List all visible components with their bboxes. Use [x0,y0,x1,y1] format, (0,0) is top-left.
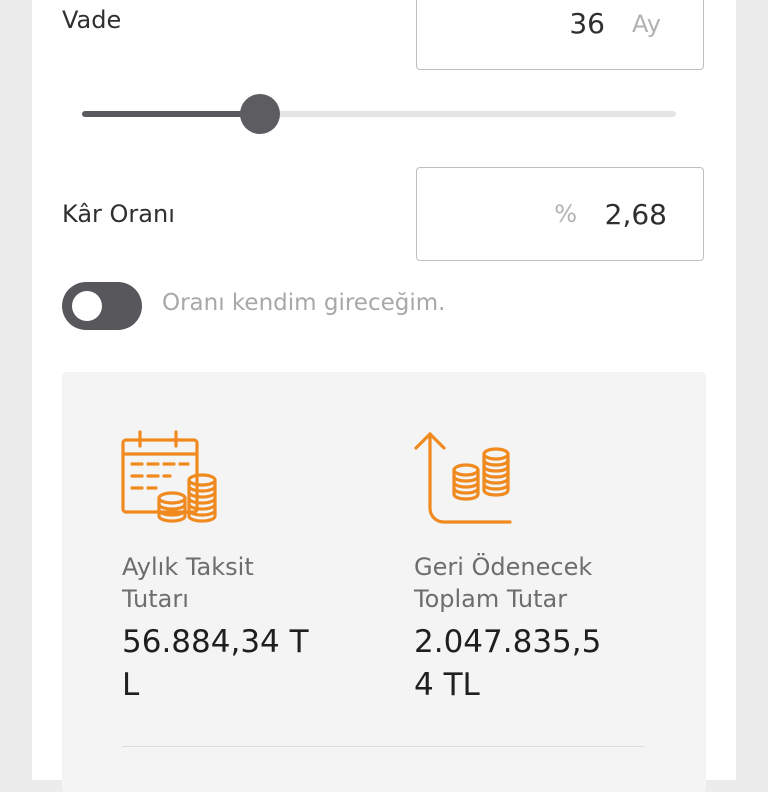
term-value: 36 [569,7,605,40]
rate-input[interactable]: % 2,68 [416,167,704,261]
custom-rate-toggle[interactable] [62,282,142,330]
rate-percent-symbol: % [554,200,577,228]
term-label: Vade [62,6,122,34]
calendar-coins-icon [121,430,217,523]
term-slider-fill [82,111,261,117]
term-unit: Ay [632,10,661,38]
rate-value: 2,68 [604,198,667,231]
toggle-knob [72,291,102,321]
total-repayment-label: Geri Ödenecek Toplam Tutar [414,553,593,613]
term-slider[interactable] [82,94,676,134]
term-input[interactable]: 36 Ay [416,0,704,70]
summary-divider [122,746,644,747]
growth-coins-icon [414,432,512,524]
total-repayment-value: 2.047.835,54 TL [414,624,602,703]
term-slider-handle[interactable] [240,94,281,134]
monthly-installment-value: 56.884,34 TL [122,624,309,703]
monthly-installment-label: Aylık Taksit Tutarı [122,553,254,613]
rate-label: Kâr Oranı [62,200,175,228]
custom-rate-toggle-label: Oranı kendim gireceğim. [162,290,446,316]
